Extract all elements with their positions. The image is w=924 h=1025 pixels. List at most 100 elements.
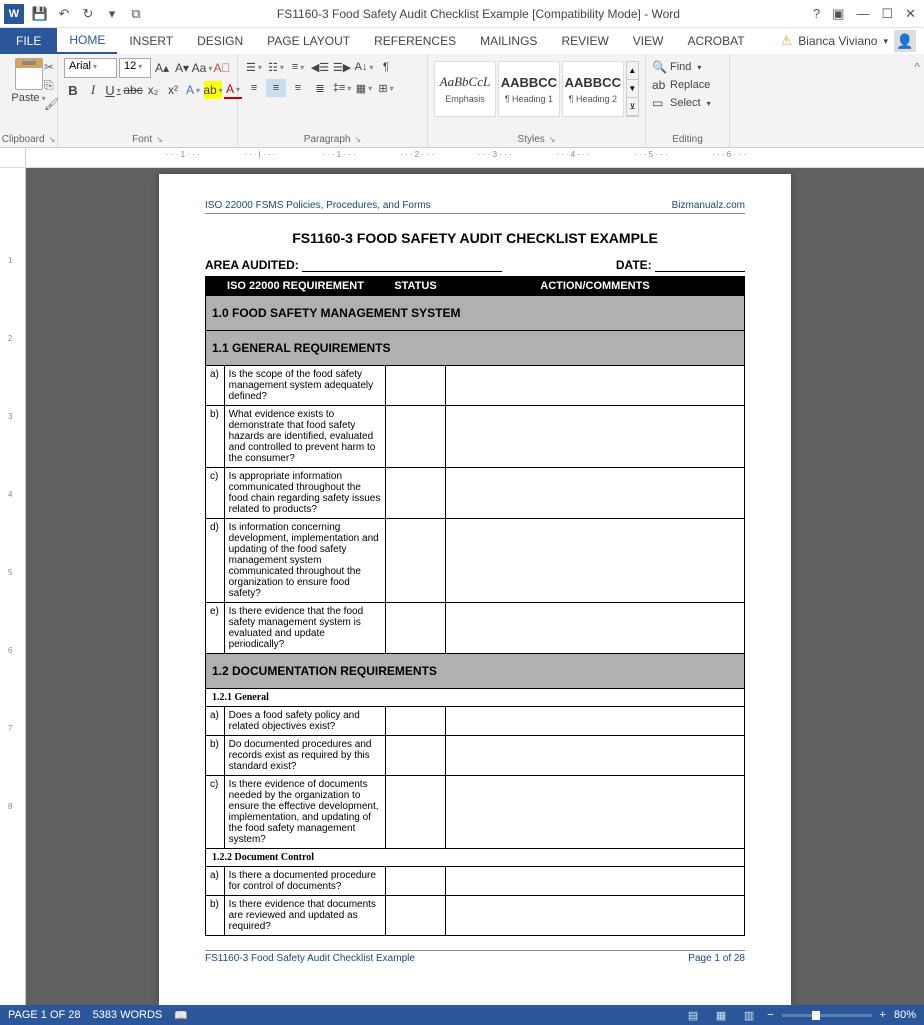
tab-design[interactable]: DESIGN [185,28,255,54]
bold-button[interactable]: B [64,81,82,99]
styles-down-icon[interactable]: ▼ [627,80,638,98]
word-count[interactable]: 5383 WORDS [93,1009,163,1022]
select-button[interactable]: ▭Select▾ [652,94,723,112]
redo-icon[interactable]: ↻ [80,6,96,22]
style-emphasis[interactable]: AaBbCcL Emphasis [434,61,496,117]
numbering-icon[interactable]: ☷ [266,58,286,76]
tab-view[interactable]: VIEW [621,28,676,54]
zoom-level[interactable]: 80% [894,1009,916,1021]
status-cell[interactable] [386,603,446,654]
styles-up-icon[interactable]: ▲ [627,62,638,80]
strikethrough-button[interactable]: abc [124,81,142,99]
underline-button[interactable]: U [104,81,122,99]
print-layout-icon[interactable]: ▦ [711,1007,731,1023]
status-cell[interactable] [386,736,446,776]
style-heading2[interactable]: AABBCC ¶ Heading 2 [562,61,624,117]
zoom-in-button[interactable]: + [880,1009,886,1021]
clipboard-launcher-icon[interactable]: ↘ [49,135,56,144]
paragraph-launcher-icon[interactable]: ↘ [355,135,362,144]
close-icon[interactable]: ✕ [905,6,916,22]
text-effects-icon[interactable]: A [184,81,202,99]
bullets-icon[interactable]: ☰ [244,58,264,76]
tab-mailings[interactable]: MAILINGS [468,28,549,54]
save-icon[interactable]: 💾 [32,6,48,22]
action-cell[interactable] [446,519,745,603]
show-marks-icon[interactable]: ¶ [376,58,396,76]
status-cell[interactable] [386,896,446,936]
action-cell[interactable] [446,603,745,654]
ribbon-options-icon[interactable]: ▣ [832,6,844,22]
italic-button[interactable]: I [84,81,102,99]
increase-indent-icon[interactable]: ☰▶ [332,58,352,76]
find-button[interactable]: 🔍Find▾ [652,58,723,76]
sort-icon[interactable]: A↓ [354,58,374,76]
status-cell[interactable] [386,776,446,849]
multilevel-icon[interactable]: ≡ [288,58,308,76]
page-indicator[interactable]: PAGE 1 OF 28 [8,1009,81,1022]
customize-icon[interactable]: ▾ [104,6,120,22]
font-size-select[interactable]: 12 [119,58,151,78]
font-launcher-icon[interactable]: ↘ [156,135,163,144]
clear-format-icon[interactable]: A⃠ [213,59,231,77]
spell-check-icon[interactable]: 📖 [174,1009,188,1022]
action-cell[interactable] [446,406,745,468]
status-cell[interactable] [386,366,446,406]
align-left-icon[interactable]: ≡ [244,79,264,97]
shrink-font-icon[interactable]: A▾ [173,59,191,77]
status-cell[interactable] [386,867,446,896]
line-spacing-icon[interactable]: ‡≡ [332,79,352,97]
tab-page-layout[interactable]: PAGE LAYOUT [255,28,362,54]
action-cell[interactable] [446,896,745,936]
tab-references[interactable]: REFERENCES [362,28,468,54]
status-cell[interactable] [386,519,446,603]
replace-button[interactable]: abReplace [652,76,723,94]
font-name-select[interactable]: Arial [64,58,117,78]
highlight-icon[interactable]: ab [204,81,222,99]
styles-more-icon[interactable]: ⊻ [627,98,638,116]
action-cell[interactable] [446,707,745,736]
area-audited-field[interactable] [302,260,502,272]
collapse-ribbon-icon[interactable]: ^ [914,60,920,74]
style-heading1[interactable]: AABBCC ¶ Heading 1 [498,61,560,117]
action-cell[interactable] [446,366,745,406]
vertical-ruler[interactable]: 12345678 [0,168,26,1005]
action-cell[interactable] [446,468,745,519]
tab-insert[interactable]: INSERT [117,28,185,54]
help-icon[interactable]: ? [813,6,820,21]
horizontal-ruler[interactable]: · · · 1 · · ·· · · | · · ·· · · 1 · · ··… [0,148,924,168]
status-cell[interactable] [386,468,446,519]
superscript-button[interactable]: x² [164,81,182,99]
styles-launcher-icon[interactable]: ↘ [549,135,556,144]
change-case-icon[interactable]: Aa [193,59,211,77]
shading-icon[interactable]: ▦ [354,79,374,97]
undo-icon[interactable]: ↶ [56,6,72,22]
format-painter-icon[interactable]: 🖌 [44,97,59,111]
tab-acrobat[interactable]: ACROBAT [675,28,756,54]
document-page[interactable]: ISO 22000 FSMS Policies, Procedures, and… [159,174,791,1005]
align-center-icon[interactable]: ≡ [266,79,286,97]
copy-icon[interactable]: ⎘ [44,78,59,93]
cut-icon[interactable]: ✂ [44,60,59,74]
subscript-button[interactable]: x₂ [144,81,162,99]
maximize-icon[interactable]: ☐ [881,6,893,22]
status-cell[interactable] [386,406,446,468]
action-cell[interactable] [446,736,745,776]
web-layout-icon[interactable]: ▥ [739,1007,759,1023]
zoom-out-button[interactable]: − [767,1009,773,1021]
tab-home[interactable]: HOME [57,28,117,54]
date-field[interactable] [655,260,745,272]
file-tab[interactable]: FILE [0,28,57,54]
zoom-slider[interactable] [782,1014,872,1017]
justify-icon[interactable]: ≣ [310,79,330,97]
action-cell[interactable] [446,776,745,849]
borders-icon[interactable]: ⊞ [376,79,396,97]
grow-font-icon[interactable]: A▴ [153,59,171,77]
tab-review[interactable]: REVIEW [549,28,620,54]
decrease-indent-icon[interactable]: ◀☰ [310,58,330,76]
action-cell[interactable] [446,867,745,896]
user-account[interactable]: ⚠ Bianca Viviano ▾ 👤 [781,30,924,52]
read-mode-icon[interactable]: ▤ [683,1007,703,1023]
minimize-icon[interactable]: — [856,6,869,21]
touch-mode-icon[interactable]: ⧉ [128,6,144,22]
status-cell[interactable] [386,707,446,736]
